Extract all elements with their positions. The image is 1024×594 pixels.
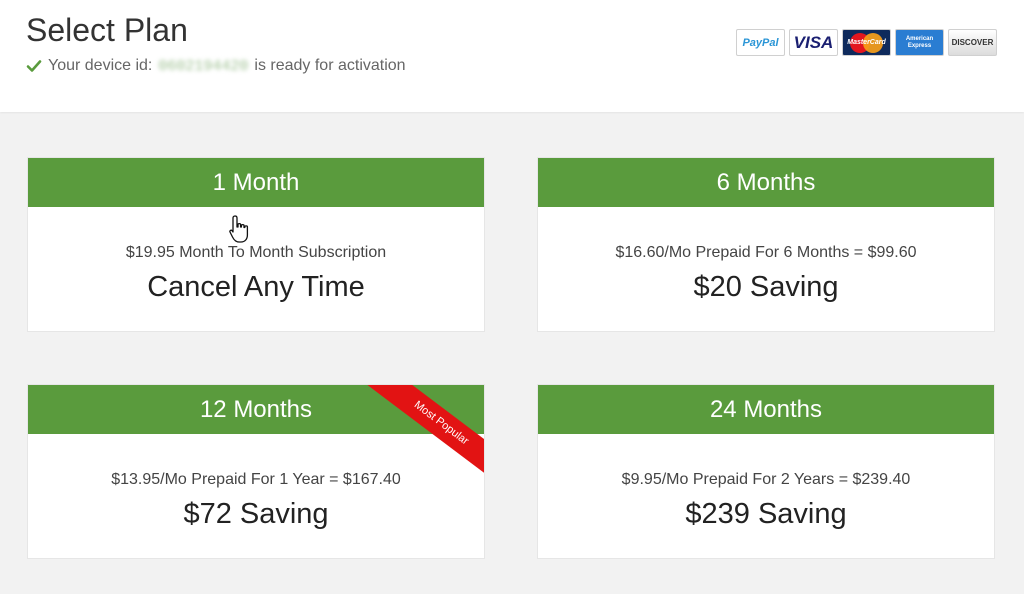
device-status: Your device id: 0602194420 is ready for … <box>26 57 406 75</box>
mastercard-text: MasterCard <box>847 39 886 46</box>
page-header: Select Plan Your device id: 0602194420 i… <box>0 0 1024 112</box>
plan-title: 6 Months <box>538 158 994 207</box>
most-popular-ribbon: Most Popular <box>354 385 484 477</box>
paypal-icon: PayPal <box>736 29 785 56</box>
page-title: Select Plan <box>26 12 188 48</box>
plan-highlight: $20 Saving <box>693 271 839 303</box>
plan-card-12-months[interactable]: 12 Months $13.95/Mo Prepaid For 1 Year =… <box>27 384 485 559</box>
plan-description: $9.95/Mo Prepaid For 2 Years = $239.40 <box>621 471 911 488</box>
plan-card-1-month[interactable]: 1 Month $19.95 Month To Month Subscripti… <box>27 157 485 332</box>
visa-icon: VISA <box>789 29 838 56</box>
plan-highlight: $239 Saving <box>685 498 847 530</box>
payment-methods: PayPal VISA MasterCard American Express … <box>736 29 997 56</box>
plan-title: 1 Month <box>28 158 484 207</box>
plan-title: 24 Months <box>538 385 994 434</box>
most-popular-badge: Most Popular <box>357 385 484 477</box>
device-id: 0602194420 <box>158 57 249 75</box>
device-suffix: is ready for activation <box>254 57 406 74</box>
amex-icon: American Express <box>895 29 944 56</box>
hand-cursor-icon <box>229 215 249 243</box>
plan-card-6-months[interactable]: 6 Months $16.60/Mo Prepaid For 6 Months … <box>537 157 995 332</box>
plan-highlight: Cancel Any Time <box>147 271 365 303</box>
device-prefix: Your device id: <box>48 57 153 74</box>
plan-highlight: $72 Saving <box>183 498 329 530</box>
plan-card-24-months[interactable]: 24 Months $9.95/Mo Prepaid For 2 Years =… <box>537 384 995 559</box>
discover-icon: DISCOVER <box>948 29 997 56</box>
plan-description: $19.95 Month To Month Subscription <box>125 244 387 261</box>
check-icon <box>26 60 42 72</box>
paypal-text: PayPal <box>742 36 779 49</box>
plan-description: $16.60/Mo Prepaid For 6 Months = $99.60 <box>615 244 917 261</box>
mastercard-icon: MasterCard <box>842 29 891 56</box>
